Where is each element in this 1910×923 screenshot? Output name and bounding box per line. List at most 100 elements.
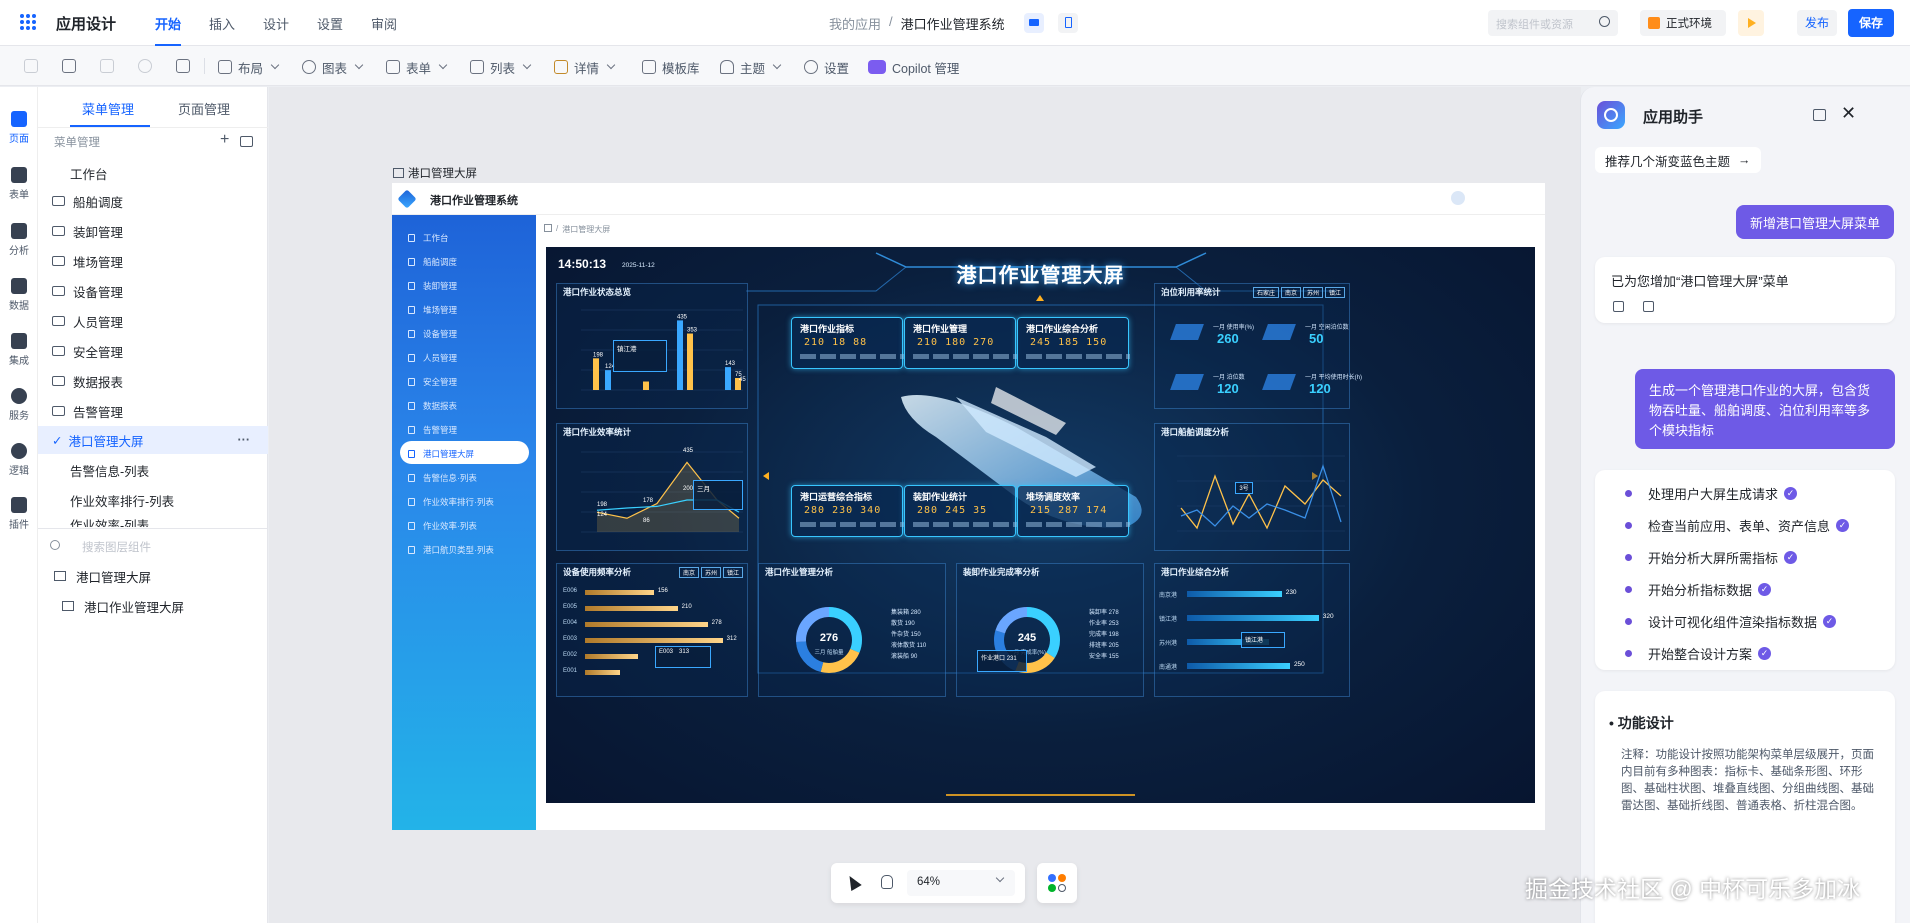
toolbar-theme[interactable]: 主题 [720, 58, 782, 76]
thumbs-up-icon[interactable] [1613, 301, 1624, 312]
dashboard-nav-item[interactable]: 设备管理 [408, 323, 528, 345]
tab-review[interactable]: 审阅 [371, 14, 397, 33]
menu-item-efficiency-rank[interactable]: 作业效率排行-列表 [38, 486, 268, 514]
add-folder-icon[interactable] [240, 136, 253, 147]
bar-label: 435 [677, 314, 688, 320]
search-icon[interactable] [1599, 16, 1610, 27]
equipment-hbar-chart: E006 156 E005 210 E004 278 E003 312 E002 E001 E003… [563, 588, 747, 688]
city-tag[interactable]: 南京 [1280, 287, 1301, 298]
paste-icon[interactable] [62, 59, 76, 73]
desktop-view-icon[interactable] [1024, 13, 1044, 33]
home-icon[interactable] [544, 224, 552, 232]
rail-item-data[interactable]: 数据 [0, 278, 38, 312]
city-tag[interactable]: 镇江 [722, 567, 743, 578]
rail-item-analysis[interactable]: 分析 [0, 223, 38, 257]
rail-item-integration[interactable]: 集成 [0, 333, 38, 367]
dashboard-nav-item[interactable]: 告警管理 [408, 419, 528, 441]
hand-icon[interactable] [881, 875, 893, 889]
rail-item-services[interactable]: 服务 [0, 388, 38, 422]
dashboard-nav-item[interactable]: 安全管理 [408, 371, 528, 393]
toolbar-layout[interactable]: 布局 [218, 58, 280, 76]
layer-item-screen[interactable]: 港口作业管理大屏 [38, 592, 268, 620]
dashboard-nav-item[interactable]: 港口管理大屏 [408, 443, 528, 465]
menu-item-efficiency-list[interactable]: 作业效率-列表 [38, 513, 268, 527]
preview-button[interactable] [1738, 10, 1764, 36]
delete-icon[interactable] [100, 59, 114, 73]
dashboard-nav-label: 安全管理 [423, 377, 458, 387]
toolbar-form[interactable]: 表单 [386, 58, 448, 76]
menu-item-alerts[interactable]: 告警管理 [38, 397, 268, 425]
menu-item-equipment[interactable]: 设备管理 [38, 277, 268, 305]
canvas-page-label: 港口管理大屏 [393, 165, 477, 181]
save-button[interactable]: 保存 [1848, 9, 1894, 37]
toolbar-settings[interactable]: 设置 [804, 58, 849, 76]
tab-settings[interactable]: 设置 [317, 14, 343, 33]
menu-item-workbench[interactable]: 工作台 [38, 159, 268, 187]
layer-search[interactable]: 搜索图层组件 [38, 535, 268, 559]
panel-tab-pages[interactable]: 页面管理 [178, 99, 230, 118]
dashboard-nav-item[interactable]: 告警信息·列表 [408, 467, 528, 489]
chart-tooltip: 镇江港 [613, 340, 667, 372]
copy-icon[interactable] [24, 59, 38, 73]
format-brush-icon[interactable] [138, 59, 152, 73]
dashboard-nav-item[interactable]: 工作台 [408, 227, 528, 249]
menu-item-label: 安全管理 [73, 345, 124, 360]
rail-item-plugins[interactable]: 插件 [0, 497, 38, 531]
apps-grid-icon[interactable] [20, 14, 36, 30]
menu-item-port-screen[interactable]: ✓ 港口管理大屏 ··· [38, 426, 268, 454]
dashboard-nav-item[interactable]: 作业效率·列表 [408, 515, 528, 537]
rail-item-logic[interactable]: 逻辑 [0, 443, 38, 477]
tab-design[interactable]: 设计 [263, 14, 289, 33]
menu-item-reports[interactable]: 数据报表 [38, 367, 268, 395]
menu-item-loading[interactable]: 装卸管理 [38, 217, 268, 245]
zoom-select[interactable]: 64% [907, 870, 1015, 896]
menu-item-ship-dispatch[interactable]: 船舶调度 [38, 187, 268, 215]
dashboard-nav-item[interactable]: 人员管理 [408, 347, 528, 369]
city-tag[interactable]: 南京 [678, 567, 699, 578]
dashboard-preview[interactable]: 港口作业管理系统 / 港口管理大屏 14:50:13 2025-11-12 港口… [392, 183, 1545, 830]
thumbs-down-icon[interactable] [1643, 301, 1654, 312]
history-icon[interactable] [1813, 109, 1826, 121]
dashboard-nav-item[interactable]: 数据报表 [408, 395, 528, 417]
toolbar-copilot[interactable]: Copilot 管理 [868, 58, 959, 76]
tab-start[interactable]: 开始 [155, 14, 181, 33]
city-tag[interactable]: 苏州 [700, 567, 721, 578]
toolbar-list[interactable]: 列表 [470, 58, 532, 76]
breadcrumb-root[interactable]: 我的应用 [829, 14, 881, 33]
tab-insert[interactable]: 插入 [209, 14, 235, 33]
dashboard-nav-item[interactable]: 作业效率排行·列表 [408, 491, 528, 513]
menu-item-safety[interactable]: 安全管理 [38, 337, 268, 365]
search-box[interactable]: 搜索组件或资源 [1488, 10, 1618, 36]
close-icon[interactable]: ✕ [1841, 103, 1856, 124]
menu-item-personnel[interactable]: 人员管理 [38, 307, 268, 335]
menu-item-alert-list[interactable]: 告警信息-列表 [38, 456, 268, 484]
berth-value: 120 [1309, 381, 1331, 396]
store-icon[interactable] [176, 59, 190, 73]
layer-item-page[interactable]: 港口管理大屏 [38, 562, 268, 590]
toolbar-detail[interactable]: 详情 [554, 58, 616, 76]
bar [677, 320, 683, 390]
toolbar-templates[interactable]: 模板库 [642, 58, 700, 76]
panel-tab-menu[interactable]: 菜单管理 [82, 99, 134, 118]
toolbar-chart[interactable]: 图表 [302, 58, 364, 76]
rail-item-forms[interactable]: 表单 [0, 167, 38, 201]
dashboard-nav-item[interactable]: 堆场管理 [408, 299, 528, 321]
rail-item-pages[interactable]: 页面 [0, 111, 38, 145]
menu-item-yard[interactable]: 堆场管理 [38, 247, 268, 275]
dashboard-nav-item[interactable]: 港口航贝类型·列表 [408, 539, 528, 561]
city-tag[interactable]: 石家庄 [1252, 287, 1279, 298]
bar [687, 333, 693, 390]
component-library-button[interactable] [1037, 863, 1077, 903]
add-menu-icon[interactable]: + [220, 131, 229, 149]
city-tag[interactable]: 镇江 [1324, 287, 1345, 298]
pointer-icon[interactable] [844, 872, 862, 892]
more-icon[interactable]: ··· [238, 433, 251, 447]
city-tag[interactable]: 苏州 [1302, 287, 1323, 298]
dashboard-nav-item[interactable]: 船舶调度 [408, 251, 528, 273]
dashboard-nav-item[interactable]: 装卸管理 [408, 275, 528, 297]
environment-selector[interactable]: 正式环境 [1640, 10, 1726, 36]
suggestion-chip[interactable]: 推荐几个渐变蓝色主题 → [1595, 147, 1761, 173]
publish-button[interactable]: 发布 [1797, 10, 1837, 36]
mobile-view-icon[interactable] [1058, 13, 1078, 33]
user-avatar[interactable] [1451, 191, 1465, 205]
